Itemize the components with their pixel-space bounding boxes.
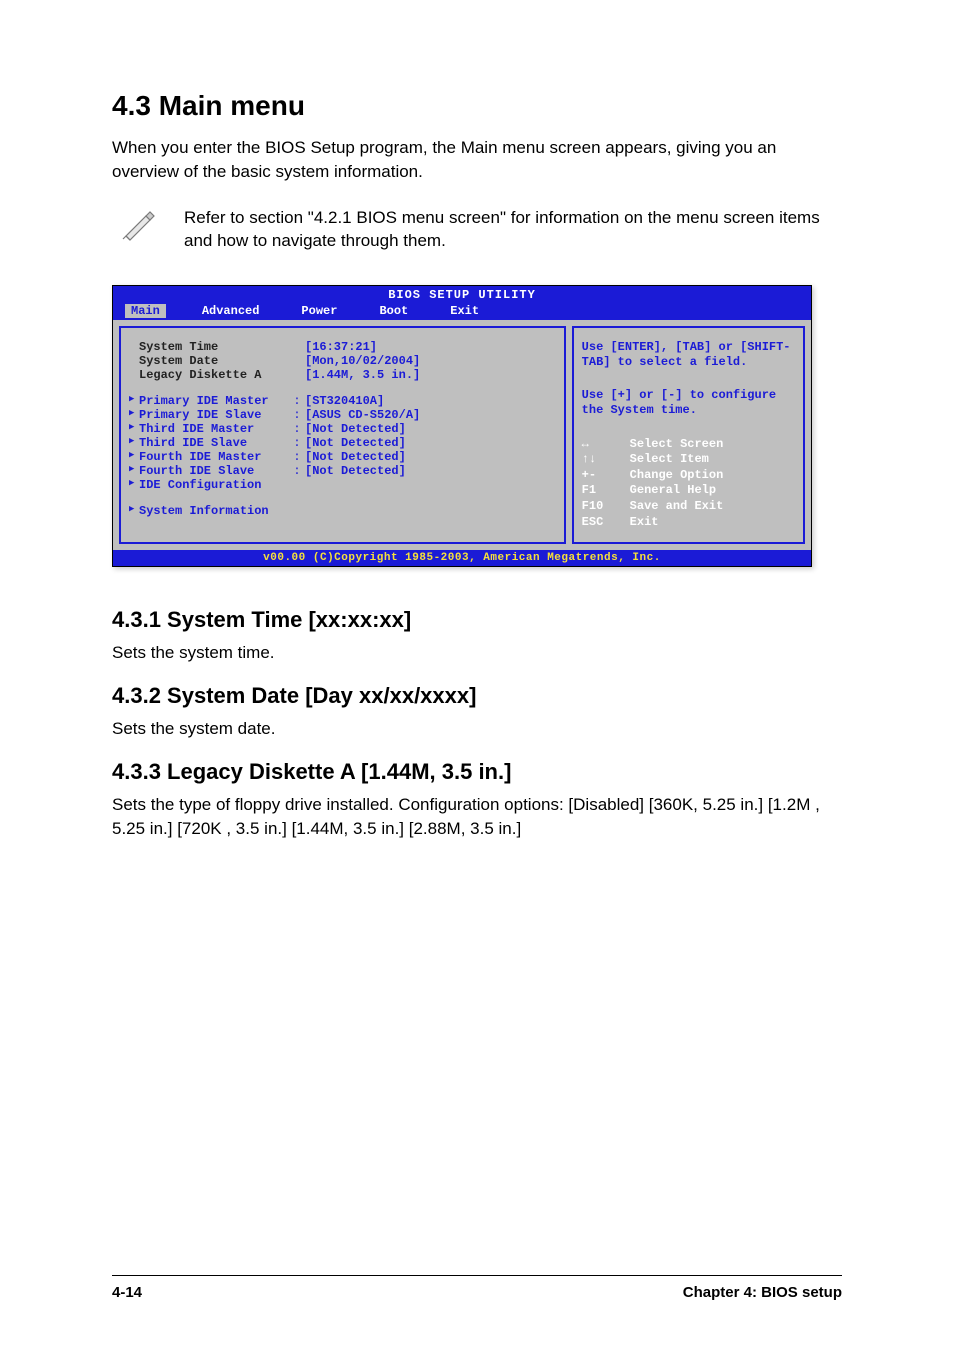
key-row: ↔Select Screen — [582, 437, 795, 453]
key-row: F10Save and Exit — [582, 499, 795, 515]
bios-help-text: Use [ENTER], [TAB] or [SHIFT-TAB] to sel… — [582, 340, 795, 418]
subsection-text: Sets the system time. — [112, 641, 842, 665]
bios-tab-boot[interactable]: Boot — [373, 304, 414, 318]
bios-row[interactable]: ▶Fourth IDE Slave:[Not Detected] — [129, 464, 556, 478]
subsection-text: Sets the system date. — [112, 717, 842, 741]
bios-copyright: v00.00 (C)Copyright 1985-2003, American … — [113, 550, 811, 566]
bios-row[interactable]: ▶System Information — [129, 504, 556, 518]
row-label: Third IDE Slave — [139, 436, 289, 450]
row-value: [Not Detected] — [305, 436, 406, 450]
row-value: [Not Detected] — [305, 464, 406, 478]
row-label: Primary IDE Slave — [139, 408, 289, 422]
bios-tab-advanced[interactable]: Advanced — [196, 304, 266, 318]
submenu-arrow-icon: ▶ — [129, 394, 137, 408]
bios-row[interactable]: ▶IDE Configuration — [129, 478, 556, 492]
row-value: [ASUS CD-S520/A] — [305, 408, 420, 422]
note-text: Refer to section "4.2.1 BIOS menu screen… — [184, 202, 842, 254]
page-footer: 4-14 Chapter 4: BIOS setup — [112, 1275, 842, 1301]
subsection-text: Sets the type of floppy drive installed.… — [112, 793, 842, 841]
note-pencil-icon — [120, 202, 160, 242]
chapter-title: Chapter 4: BIOS setup — [683, 1284, 842, 1301]
row-label: System Time — [139, 340, 289, 354]
bios-row: Legacy Diskette A [1.44M, 3.5 in.] — [129, 368, 556, 382]
row-value: [Not Detected] — [305, 450, 406, 464]
bios-title: BIOS SETUP UTILITY — [113, 286, 811, 304]
row-label: Third IDE Master — [139, 422, 289, 436]
row-label: Fourth IDE Master — [139, 450, 289, 464]
row-value: [16:37:21] — [305, 340, 377, 354]
bios-row[interactable]: ▶Primary IDE Slave:[ASUS CD-S520/A] — [129, 408, 556, 422]
key-arrows-vert-icon: ↑↓ — [582, 452, 618, 468]
row-value: [1.44M, 3.5 in.] — [305, 368, 420, 382]
key-row: ESCExit — [582, 515, 795, 531]
bios-row[interactable]: ▶Third IDE Slave:[Not Detected] — [129, 436, 556, 450]
bios-left-pane: System Time [16:37:21] System Date [Mon,10… — [119, 326, 566, 544]
bios-screen: BIOS SETUP UTILITY Main Advanced Power B… — [112, 285, 812, 567]
subsection-heading: 4.3.1 System Time [xx:xx:xx] — [112, 607, 842, 633]
bios-tab-exit[interactable]: Exit — [444, 304, 485, 318]
bios-row[interactable]: ▶Third IDE Master:[Not Detected] — [129, 422, 556, 436]
bios-tab-bar: Main Advanced Power Boot Exit — [113, 304, 811, 320]
key-row: +-Change Option — [582, 468, 795, 484]
bios-row: System Date [Mon,10/02/2004] — [129, 354, 556, 368]
subsection-heading: 4.3.3 Legacy Diskette A [1.44M, 3.5 in.] — [112, 759, 842, 785]
bios-tab-power[interactable]: Power — [295, 304, 343, 318]
bios-row: System Time [16:37:21] — [129, 340, 556, 354]
page-number: 4-14 — [112, 1284, 142, 1301]
note-block: Refer to section "4.2.1 BIOS menu screen… — [112, 202, 842, 254]
row-value: [Mon,10/02/2004] — [305, 354, 420, 368]
submenu-arrow-icon: ▶ — [129, 450, 137, 464]
row-label: Primary IDE Master — [139, 394, 289, 408]
submenu-arrow-icon: ▶ — [129, 464, 137, 478]
bios-tab-main[interactable]: Main — [125, 304, 166, 318]
bios-body: System Time [16:37:21] System Date [Mon,10… — [113, 320, 811, 550]
bios-row[interactable]: ▶Fourth IDE Master:[Not Detected] — [129, 450, 556, 464]
row-value: [Not Detected] — [305, 422, 406, 436]
row-label: System Date — [139, 354, 289, 368]
subsection-heading: 4.3.2 System Date [Day xx/xx/xxxx] — [112, 683, 842, 709]
key-arrows-horiz-icon: ↔ — [582, 437, 618, 453]
submenu-arrow-icon: ▶ — [129, 436, 137, 450]
key-plusminus-icon: +- — [582, 468, 618, 484]
submenu-arrow-icon: ▶ — [129, 504, 137, 518]
bios-row[interactable]: ▶Primary IDE Master:[ST320410A] — [129, 394, 556, 408]
submenu-arrow-icon: ▶ — [129, 408, 137, 422]
row-label: System Information — [139, 504, 289, 518]
key-row: ↑↓Select Item — [582, 452, 795, 468]
intro-text: When you enter the BIOS Setup program, t… — [112, 136, 842, 184]
key-row: F1General Help — [582, 483, 795, 499]
submenu-arrow-icon: ▶ — [129, 478, 137, 492]
row-label: Legacy Diskette A — [139, 368, 289, 382]
row-value: [ST320410A] — [305, 394, 384, 408]
row-label: Fourth IDE Slave — [139, 464, 289, 478]
submenu-arrow-icon: ▶ — [129, 422, 137, 436]
bios-key-legend: ↔Select Screen ↑↓Select Item +-Change Op… — [582, 437, 795, 531]
row-label: IDE Configuration — [139, 478, 289, 492]
section-heading: 4.3 Main menu — [112, 90, 842, 122]
bios-right-pane: Use [ENTER], [TAB] or [SHIFT-TAB] to sel… — [572, 326, 805, 544]
